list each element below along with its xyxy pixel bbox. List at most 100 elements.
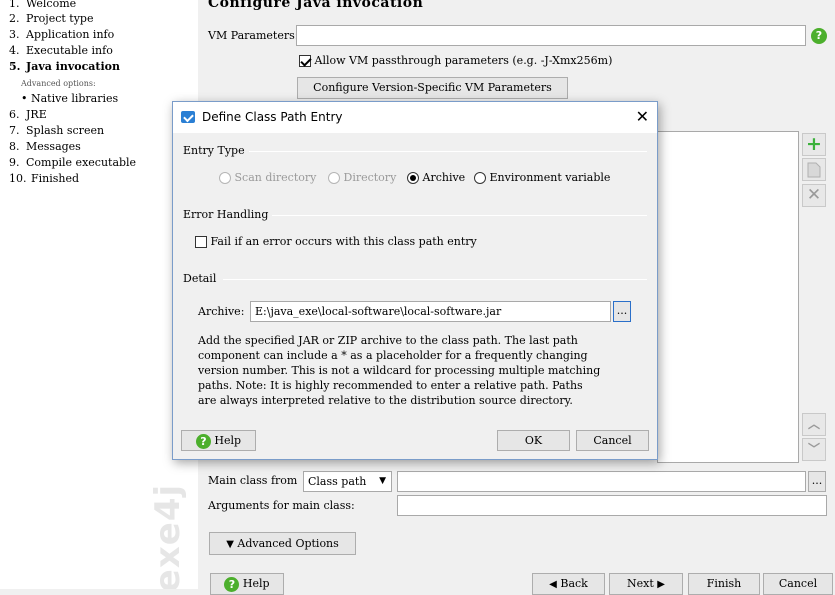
checkbox-unchecked-icon <box>195 236 207 248</box>
finish-button[interactable]: Finish <box>688 573 760 595</box>
configure-version-specific-button[interactable]: Configure Version-Specific VM Parameters <box>297 77 568 99</box>
arrow-left-icon: ◀ <box>549 579 557 590</box>
help-button[interactable]: ? Help <box>210 573 284 595</box>
step-label: Native libraries <box>31 92 119 105</box>
step-java-invocation[interactable]: 5. Java invocation <box>9 60 120 74</box>
step-executable-info[interactable]: 4. Executable info <box>9 44 113 58</box>
error-handling-section-label: Error Handling <box>183 208 273 221</box>
step-label: JRE <box>26 108 47 121</box>
ok-button[interactable]: OK <box>497 430 570 451</box>
step-label: Executable info <box>26 44 113 57</box>
bullet-icon: • <box>21 92 28 105</box>
step-jre[interactable]: 6. JRE <box>9 108 47 122</box>
add-icon[interactable]: + <box>802 133 826 156</box>
step-finished[interactable]: 10. Finished <box>9 172 79 186</box>
edit-entry-icon[interactable] <box>802 158 826 181</box>
step-label: Compile executable <box>26 156 137 169</box>
page-title: Configure Java invocation <box>208 0 424 11</box>
divider <box>223 279 647 280</box>
fail-on-error-label: Fail if an error occurs with this class … <box>210 235 477 248</box>
arrow-right-icon: ▶ <box>657 579 665 590</box>
vm-parameters-label: VM Parameters: <box>208 29 299 42</box>
back-label: Back <box>560 577 588 590</box>
advanced-options-label: Advanced Options <box>237 537 339 550</box>
step-number: 6. <box>9 108 20 121</box>
radio-icon <box>474 172 486 184</box>
fail-on-error-checkbox[interactable]: Fail if an error occurs with this class … <box>195 235 477 248</box>
browse-archive-button[interactable]: ... <box>613 301 631 322</box>
next-button[interactable]: Next ▶ <box>609 573 683 595</box>
step-number: 10. <box>9 172 27 185</box>
checkbox-checked-icon <box>299 55 311 67</box>
advanced-options-button[interactable]: ▼ Advanced Options <box>209 532 356 555</box>
entry-type-section-label: Entry Type <box>183 144 249 157</box>
move-down-icon[interactable]: ﹀ <box>802 438 826 461</box>
next-label: Next <box>627 577 654 590</box>
main-class-label: Main class from <box>208 474 298 487</box>
radio-environment-variable[interactable]: Environment variable <box>474 171 610 184</box>
radio-archive[interactable]: Archive <box>407 171 465 184</box>
cancel-button[interactable]: Cancel <box>763 573 833 595</box>
dialog-cancel-button[interactable]: Cancel <box>576 430 649 451</box>
main-class-input[interactable] <box>397 471 806 492</box>
help-label: Help <box>214 434 242 447</box>
exe4j-logo: exe4j <box>148 478 192 589</box>
dialog-titlebar[interactable]: Define Class Path Entry ✕ <box>173 102 657 133</box>
help-icon[interactable]: ? <box>811 28 827 44</box>
document-icon <box>807 162 821 178</box>
step-number: 4. <box>9 44 20 57</box>
step-number: 3. <box>9 28 20 41</box>
step-welcome[interactable]: 1. Welcome <box>9 0 76 11</box>
step-number: 1. <box>9 0 20 10</box>
step-label: Messages <box>26 140 81 153</box>
radio-label: Environment variable <box>489 171 611 184</box>
dialog-title: Define Class Path Entry <box>202 110 343 124</box>
back-button[interactable]: ◀ Back <box>532 573 605 595</box>
move-up-icon[interactable]: ︿ <box>802 413 826 436</box>
chevron-down-icon: ▼ <box>379 476 386 486</box>
vm-parameters-input[interactable] <box>296 25 806 46</box>
archive-label: Archive: <box>198 305 245 318</box>
remove-icon[interactable]: ✕ <box>802 184 826 207</box>
radio-icon <box>219 172 231 184</box>
allow-passthrough-checkbox[interactable]: Allow VM passthrough parameters (e.g. -J… <box>299 54 612 67</box>
app-window-icon <box>181 111 195 123</box>
step-project-type[interactable]: 2. Project type <box>9 12 93 26</box>
step-number: 5. <box>9 60 21 73</box>
help-icon: ? <box>224 576 240 592</box>
step-label: Application info <box>26 28 115 41</box>
detail-section-label: Detail <box>183 272 221 285</box>
step-label: Splash screen <box>26 124 105 137</box>
step-label: Java invocation <box>26 60 121 73</box>
step-number: 7. <box>9 124 20 137</box>
archive-description: Add the specified JAR or ZIP archive to … <box>198 334 601 407</box>
divider <box>243 151 647 152</box>
allow-passthrough-label: Allow VM passthrough parameters (e.g. -J… <box>314 54 613 67</box>
radio-directory: Directory <box>328 171 396 184</box>
step-messages[interactable]: 8. Messages <box>9 140 81 154</box>
main-class-source-select[interactable]: Class path ▼ <box>303 471 392 492</box>
help-icon: ? <box>195 433 211 449</box>
radio-scan-directory: Scan directory <box>219 171 316 184</box>
step-number: 2. <box>9 12 20 25</box>
dialog-help-button[interactable]: ? Help <box>181 430 256 451</box>
triangle-down-icon: ▼ <box>226 539 234 550</box>
radio-label: Archive <box>422 171 466 184</box>
browse-main-class-button[interactable]: ... <box>808 471 826 492</box>
step-number: 9. <box>9 156 20 169</box>
wizard-steps-panel: 1. Welcome 2. Project type 3. Application i… <box>0 0 198 589</box>
step-label: Welcome <box>26 0 77 10</box>
step-compile-executable[interactable]: 9. Compile executable <box>9 156 136 170</box>
close-icon[interactable]: ✕ <box>636 107 649 126</box>
class-path-list[interactable] <box>657 131 799 463</box>
archive-path-input[interactable]: E:\java_exe\local-software\local-softwar… <box>250 301 611 322</box>
step-number: 8. <box>9 140 20 153</box>
step-label: Finished <box>31 172 80 185</box>
radio-selected-icon <box>407 172 419 184</box>
main-class-source-value: Class path <box>308 475 367 488</box>
arguments-input[interactable] <box>397 495 827 516</box>
step-native-libraries[interactable]: • Native libraries <box>21 92 118 106</box>
step-splash-screen[interactable]: 7. Splash screen <box>9 124 104 138</box>
step-application-info[interactable]: 3. Application info <box>9 28 114 42</box>
step-advanced-options-header: Advanced options: <box>21 77 96 91</box>
